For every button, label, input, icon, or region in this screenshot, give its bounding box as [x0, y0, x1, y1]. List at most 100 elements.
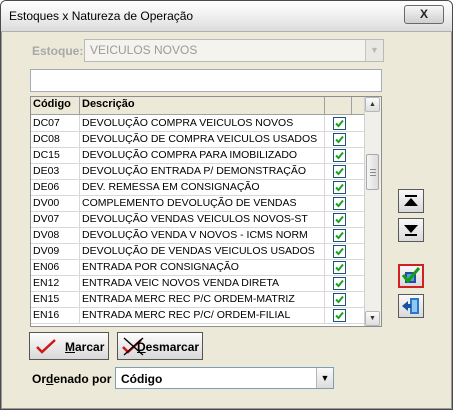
table-row[interactable]: EN06 ENTRADA POR CONSIGNAÇÃO	[31, 259, 364, 276]
grid-header: Código Descrição	[31, 97, 364, 115]
row-description: DEVOLUÇÃO VENDA V NOVOS - ICMS NORM	[82, 229, 308, 241]
checkmark-icon	[335, 311, 344, 320]
checkmark-icon	[335, 247, 344, 256]
scroll-down-button[interactable]: ▼	[365, 311, 380, 326]
chevron-down-icon[interactable]: ▼	[316, 368, 333, 388]
close-button[interactable]: X	[404, 5, 444, 24]
title-bar: Estoques x Natureza de Operação X	[1, 1, 452, 32]
search-input[interactable]	[30, 69, 382, 92]
scroll-up-button[interactable]: ▲	[365, 97, 380, 112]
row-checkbox[interactable]	[333, 277, 346, 290]
confirm-check-icon	[401, 267, 421, 284]
arrow-down-bar-icon	[404, 225, 418, 236]
row-code: DE03	[33, 165, 60, 177]
checkmark-icon	[335, 263, 344, 272]
row-checkbox[interactable]	[333, 181, 346, 194]
table-row[interactable]: EN12 ENTRADA VEIC NOVOS VENDA DIRETA	[31, 275, 364, 292]
exit-door-icon	[402, 298, 419, 314]
vertical-scrollbar[interactable]: ▲ ▼	[364, 97, 381, 326]
checkmark-icon	[335, 183, 344, 192]
desmarcar-label: Desmarcar	[137, 340, 200, 354]
estoque-combobox: VEICULOS NOVOS ▼	[84, 39, 384, 62]
row-checkbox[interactable]	[333, 293, 346, 306]
marcar-label: Marcar	[65, 340, 105, 354]
checkmark-icon	[335, 279, 344, 288]
natureza-grid: Código Descrição DC07 DEVOLUÇÃO COMPRA VE…	[30, 96, 382, 327]
header-descricao[interactable]: Descrição	[82, 98, 135, 110]
table-row[interactable]: DC07 DEVOLUÇÃO COMPRA VEICULOS NOVOS	[31, 115, 364, 132]
row-code: DC15	[33, 149, 60, 161]
row-description: DEVOLUÇÃO VENDAS VEICULOS NOVOS-ST	[82, 213, 308, 225]
checkmark-icon	[335, 119, 344, 128]
exit-button[interactable]	[398, 294, 424, 318]
table-row[interactable]: DE06 DEV. REMESSA EM CONSIGNAÇÃO	[31, 179, 364, 196]
row-checkbox[interactable]	[333, 133, 346, 146]
row-description: ENTRADA POR CONSIGNAÇÃO	[82, 261, 239, 273]
marcar-button[interactable]: Marcar	[29, 332, 109, 360]
row-description: COMPLEMENTO DEVOLUÇÃO DE VENDAS	[82, 197, 297, 209]
close-icon: X	[419, 7, 428, 21]
row-description: ENTRADA MERC REC P/C ORDEM-MATRIZ	[82, 293, 295, 305]
arrow-up-bar-icon	[404, 195, 418, 206]
row-checkbox[interactable]	[333, 149, 346, 162]
checkmark-icon	[335, 135, 344, 144]
window-title: Estoques x Natureza de Operação	[9, 9, 194, 23]
row-description: DEVOLUÇÃO DE COMPRA VEICULOS USADOS	[82, 133, 318, 145]
sort-select[interactable]: Código ▼	[115, 367, 334, 389]
move-down-button[interactable]	[398, 218, 424, 242]
scroll-down-icon: ▼	[369, 315, 376, 322]
checkmark-icon	[335, 167, 344, 176]
row-checkbox[interactable]	[333, 229, 346, 242]
table-row[interactable]: EN16 ENTRADA MERC REC P/C/ ORDEM-FILIAL	[31, 307, 364, 324]
table-row[interactable]: DV07 DEVOLUÇÃO VENDAS VEICULOS NOVOS-ST	[31, 211, 364, 228]
row-checkbox[interactable]	[333, 165, 346, 178]
row-description: DEVOLUÇÃO ENTRADA P/ DEMONSTRAÇÃO	[82, 165, 307, 177]
table-row[interactable]: EN15 ENTRADA MERC REC P/C ORDEM-MATRIZ	[31, 291, 364, 308]
row-description: DEVOLUÇÃO DE VENDAS VEICULOS USADOS	[82, 245, 315, 257]
row-description: DEVOLUÇÃO COMPRA PARA IMOBILIZADO	[82, 149, 298, 161]
estoque-label: Estoque:	[32, 44, 84, 58]
row-checkbox[interactable]	[333, 245, 346, 258]
table-row[interactable]: DE03 DEVOLUÇÃO ENTRADA P/ DEMONSTRAÇÃO	[31, 163, 364, 180]
row-description: DEVOLUÇÃO COMPRA VEICULOS NOVOS	[82, 117, 294, 129]
row-code: DE06	[33, 181, 60, 193]
checkmark-icon	[335, 199, 344, 208]
row-code: DV00	[33, 197, 60, 209]
row-code: DC07	[33, 117, 60, 129]
checkmark-icon	[335, 295, 344, 304]
scroll-up-icon: ▲	[369, 101, 376, 108]
checkmark-icon	[335, 215, 344, 224]
table-row[interactable]: DV09 DEVOLUÇÃO DE VENDAS VEICULOS USADOS	[31, 243, 364, 260]
sort-label: Ordenado por :	[32, 372, 119, 386]
row-code: DV09	[33, 245, 60, 257]
dialog-window: Estoques x Natureza de Operação X Estoqu…	[0, 0, 453, 410]
table-row[interactable]: DV00 COMPLEMENTO DEVOLUÇÃO DE VENDAS	[31, 195, 364, 212]
header-codigo[interactable]: Código	[33, 98, 71, 110]
row-description: ENTRADA VEIC NOVOS VENDA DIRETA	[82, 277, 280, 289]
move-up-button[interactable]	[398, 189, 424, 213]
sort-value: Código	[121, 372, 163, 386]
table-row[interactable]: DC08 DEVOLUÇÃO DE COMPRA VEICULOS USADOS	[31, 131, 364, 148]
scroll-thumb[interactable]	[366, 154, 379, 190]
row-checkbox[interactable]	[333, 309, 346, 322]
row-checkbox[interactable]	[333, 213, 346, 226]
chevron-down-icon: ▼	[365, 40, 383, 61]
row-code: EN16	[33, 309, 60, 321]
checkmark-icon	[36, 339, 56, 354]
table-row[interactable]: DC15 DEVOLUÇÃO COMPRA PARA IMOBILIZADO	[31, 147, 364, 164]
row-code: DV07	[33, 213, 60, 225]
row-code: EN12	[33, 277, 60, 289]
row-code: EN06	[33, 261, 60, 273]
confirm-button[interactable]	[398, 264, 424, 288]
table-row[interactable]: DV08 DEVOLUÇÃO VENDA V NOVOS - ICMS NORM	[31, 227, 364, 244]
desmarcar-button[interactable]: Desmarcar	[117, 332, 203, 360]
row-description: DEV. REMESSA EM CONSIGNAÇÃO	[82, 181, 260, 193]
row-code: EN15	[33, 293, 60, 305]
checkmark-icon	[335, 231, 344, 240]
estoque-value: VEICULOS NOVOS	[90, 43, 198, 57]
row-checkbox[interactable]	[333, 261, 346, 274]
checkmark-icon	[335, 151, 344, 160]
row-checkbox[interactable]	[333, 197, 346, 210]
row-checkbox[interactable]	[333, 117, 346, 130]
row-description: ENTRADA MERC REC P/C/ ORDEM-FILIAL	[82, 309, 291, 321]
